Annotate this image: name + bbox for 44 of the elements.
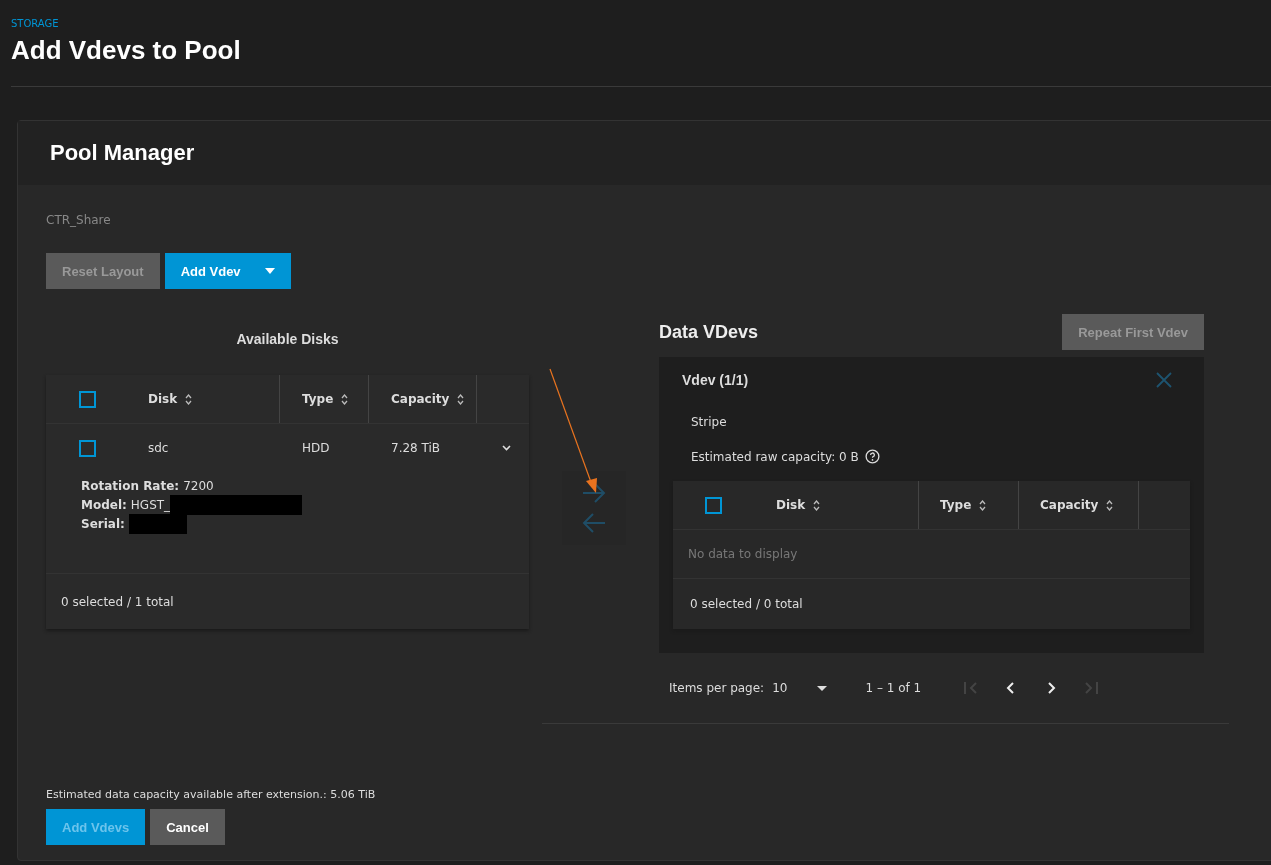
table-cell: 7.28 TiB	[391, 441, 441, 455]
detail-value: HGST_	[130, 497, 171, 512]
sort-icon[interactable]	[457, 393, 465, 405]
selection-count: 0 selected / 1 total	[61, 594, 174, 609]
column-header[interactable]: Type	[940, 498, 972, 512]
page-size-select[interactable]: 10	[772, 681, 828, 695]
sort-icon[interactable]	[185, 393, 193, 405]
select-all-checkbox[interactable]	[78, 390, 96, 408]
column-header[interactable]: Capacity	[1040, 498, 1099, 512]
column-header[interactable]: Type	[302, 392, 334, 406]
column-header[interactable]: Capacity	[391, 392, 450, 406]
chevron-icon[interactable]	[502, 445, 511, 451]
table-cell: HDD	[302, 441, 330, 455]
cancel-button[interactable]: Cancel	[150, 809, 225, 845]
items-per-page-label: Items per page:	[669, 681, 765, 695]
empty-message: No data to display	[688, 547, 798, 561]
caret-icon	[817, 685, 828, 691]
pool-name: CTR_Share	[46, 213, 112, 227]
detail-label: Serial:	[81, 516, 125, 531]
sort-icon[interactable]	[341, 393, 349, 405]
section-title: Data VDevs	[659, 321, 759, 343]
sort-icon[interactable]	[1106, 499, 1114, 511]
section-title: Available Disks	[235, 330, 340, 349]
column-header[interactable]: Disk	[776, 498, 806, 512]
select-all-checkbox[interactable]	[704, 496, 722, 514]
column-header[interactable]: Disk	[148, 392, 178, 406]
caret-icon	[264, 268, 275, 274]
sort-icon[interactable]	[979, 499, 987, 511]
vdev-title: Vdev (1/1)	[682, 372, 749, 388]
capacity-estimate: Estimated data capacity available after extension.: 5.06 TiB	[46, 788, 377, 801]
detail-label: Model:	[81, 497, 127, 512]
table-cell: sdc	[148, 441, 169, 455]
selection-count: 0 selected / 0 total	[690, 597, 803, 611]
help-icon[interactable]	[864, 449, 880, 464]
row-checkbox[interactable]	[78, 439, 96, 457]
detail-label: Rotation Rate:	[81, 478, 180, 493]
detail-value: 7200	[183, 478, 214, 493]
sort-icon[interactable]	[813, 499, 821, 511]
page-title: Add Vdevs to Pool	[11, 35, 242, 66]
layout-label: Stripe	[690, 414, 728, 431]
page-range: 1 – 1 of 1	[865, 681, 922, 695]
raw-capacity-text: Estimated raw capacity: 0 B	[691, 449, 859, 464]
card-title: Pool Manager	[50, 140, 195, 166]
breadcrumb[interactable]: STORAGE	[11, 0, 1271, 29]
